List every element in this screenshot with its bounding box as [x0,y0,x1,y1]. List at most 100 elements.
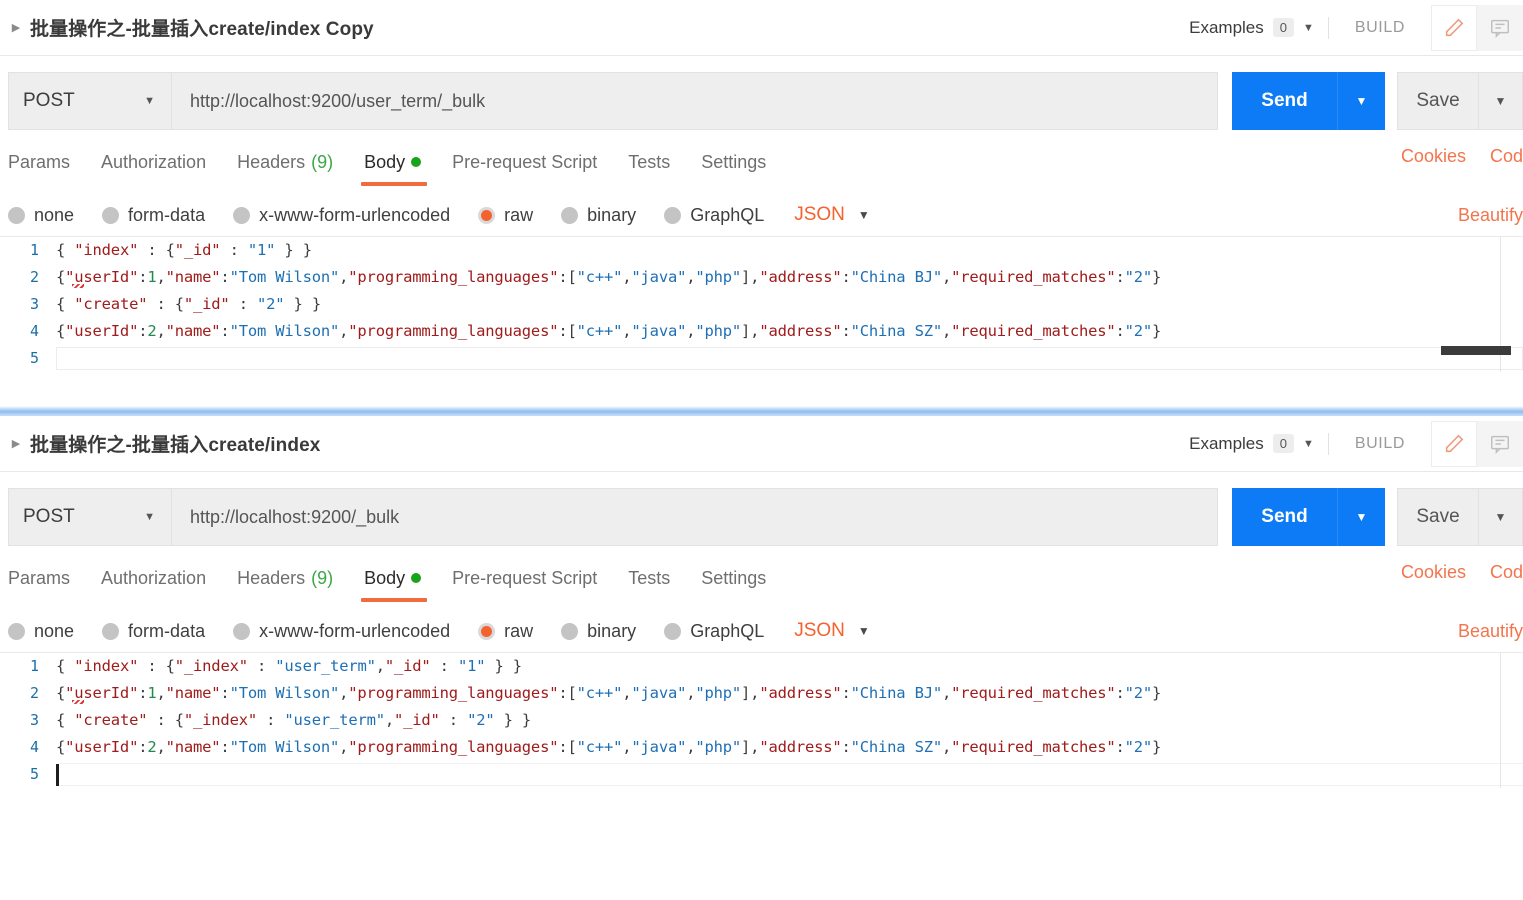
format-dropdown[interactable]: JSON ▼ [794,620,870,642]
method-label: POST [23,506,75,528]
body-type-raw[interactable]: raw [478,205,533,226]
body-type-x-www-form-urlencoded[interactable]: x-www-form-urlencoded [233,205,450,226]
url-input[interactable]: http://localhost:9200/user_term/_bulk [172,72,1218,130]
empty-code-line [59,763,1523,786]
save-options-caret-icon[interactable]: ▼ [1479,72,1523,130]
tab-settings[interactable]: Settings [701,146,783,176]
save-options-caret-icon[interactable]: ▼ [1479,488,1523,546]
tab-params[interactable]: Params [8,562,87,592]
beautify-button[interactable]: Beautify [1458,205,1523,225]
body-type-none[interactable]: none [8,205,74,226]
edit-request-button[interactable] [1431,5,1477,51]
panel-divider [0,406,1523,416]
radio-none-icon[interactable] [8,207,25,224]
collapse-caret-icon[interactable]: ▶ [8,20,24,36]
send-button-group: Send▼ [1232,72,1385,130]
header-actions: Examples0▼BUILD [1189,416,1523,471]
collapse-caret-icon[interactable]: ▶ [8,436,24,452]
method-dropdown[interactable]: POST ▼ [8,488,172,546]
body-type-x-www-form-urlencoded[interactable]: x-www-form-urlencoded [233,621,450,642]
examples-count-badge: 0 [1273,18,1294,37]
examples-dropdown[interactable]: Examples0▼ [1189,434,1328,454]
save-button[interactable]: Save [1397,488,1479,546]
body-type-form-data[interactable]: form-data [102,205,205,226]
panel-spacer [0,372,1523,406]
tab-authorization[interactable]: Authorization [101,146,223,176]
code-editor[interactable]: 1{ "index" : {"_index" : "user_term","_i… [0,652,1523,788]
tab-label: Params [8,568,70,589]
tab-body[interactable]: Body [364,562,438,592]
chevron-down-icon[interactable]: ▼ [1303,438,1314,450]
build-button[interactable]: BUILD [1329,19,1431,37]
line-number: 2 [0,264,56,291]
edit-request-button[interactable] [1431,421,1477,467]
examples-dropdown[interactable]: Examples0▼ [1189,18,1328,38]
comment-button[interactable] [1477,5,1523,51]
chevron-down-icon[interactable]: ▼ [858,624,870,638]
radio-GraphQL-icon[interactable] [664,623,681,640]
radio-raw-icon[interactable] [478,623,495,640]
body-type-label: raw [504,621,533,642]
comment-button[interactable] [1477,421,1523,467]
body-type-graphql[interactable]: GraphQL [664,621,764,642]
tab-params[interactable]: Params [8,146,87,176]
radio-x-www-form-urlencoded-icon[interactable] [233,207,250,224]
beautify-button[interactable]: Beautify [1458,621,1523,641]
body-type-binary[interactable]: binary [561,621,636,642]
radio-x-www-form-urlencoded-icon[interactable] [233,623,250,640]
send-button[interactable]: Send [1232,72,1337,130]
chevron-down-icon[interactable]: ▼ [1303,22,1314,34]
tab-label: Params [8,152,70,173]
tab-pre-request-script[interactable]: Pre-request Script [452,562,614,592]
radio-raw-icon[interactable] [478,207,495,224]
radio-form-data-icon[interactable] [102,623,119,640]
code-line: 2{"userId":1,"name":"Tom Wilson","progra… [0,264,1523,291]
chevron-down-icon: ▼ [144,95,155,107]
tab-authorization[interactable]: Authorization [101,562,223,592]
body-type-label: none [34,621,74,642]
tab-tests[interactable]: Tests [628,562,687,592]
radio-binary-icon[interactable] [561,623,578,640]
chevron-down-icon[interactable]: ▼ [858,208,870,222]
empty-code-line [56,347,1523,370]
radio-GraphQL-icon[interactable] [664,207,681,224]
tab-headers[interactable]: Headers(9) [237,146,350,176]
body-type-label: binary [587,621,636,642]
body-type-raw[interactable]: raw [478,621,533,642]
horizontal-scrollbar[interactable] [1441,346,1511,355]
save-button[interactable]: Save [1397,72,1479,130]
tab-settings[interactable]: Settings [701,562,783,592]
body-type-label: x-www-form-urlencoded [259,205,450,226]
method-dropdown[interactable]: POST▼ [8,72,172,130]
body-type-none[interactable]: none [8,621,74,642]
code-editor[interactable]: 1{ "index" : {"_id" : "1" } }2{"userId":… [0,236,1523,372]
link-cookies[interactable]: Cookies [1401,146,1466,167]
code-text: {"userId":2,"name":"Tom Wilson","program… [56,318,1523,345]
tab-body[interactable]: Body [364,146,438,176]
radio-none-icon[interactable] [8,623,25,640]
save-button-group: Save▼ [1397,72,1523,130]
body-type-form-data[interactable]: form-data [102,621,205,642]
url-input[interactable]: http://localhost:9200/_bulk [172,488,1218,546]
send-button[interactable]: Send [1232,488,1337,546]
link-cod[interactable]: Cod [1490,146,1523,167]
url-text: http://localhost:9200/user_term/_bulk [190,91,485,112]
body-type-binary[interactable]: binary [561,205,636,226]
format-dropdown[interactable]: JSON▼ [794,204,870,226]
body-type-graphql[interactable]: GraphQL [664,205,764,226]
body-type-label: x-www-form-urlencoded [259,621,450,642]
tab-headers[interactable]: Headers(9) [237,562,350,592]
build-button[interactable]: BUILD [1329,435,1431,453]
tab-label: Headers [237,152,305,173]
send-options-caret-icon[interactable]: ▼ [1337,488,1385,546]
tab-label: Headers [237,568,305,589]
radio-form-data-icon[interactable] [102,207,119,224]
send-options-caret-icon[interactable]: ▼ [1337,72,1385,130]
link-cookies[interactable]: Cookies [1401,562,1466,583]
format-label: JSON [794,620,845,642]
tab-tests[interactable]: Tests [628,146,687,176]
radio-binary-icon[interactable] [561,207,578,224]
link-cod[interactable]: Cod [1490,562,1523,583]
chevron-down-icon: ▼ [144,511,155,523]
tab-pre-request-script[interactable]: Pre-request Script [452,146,614,176]
